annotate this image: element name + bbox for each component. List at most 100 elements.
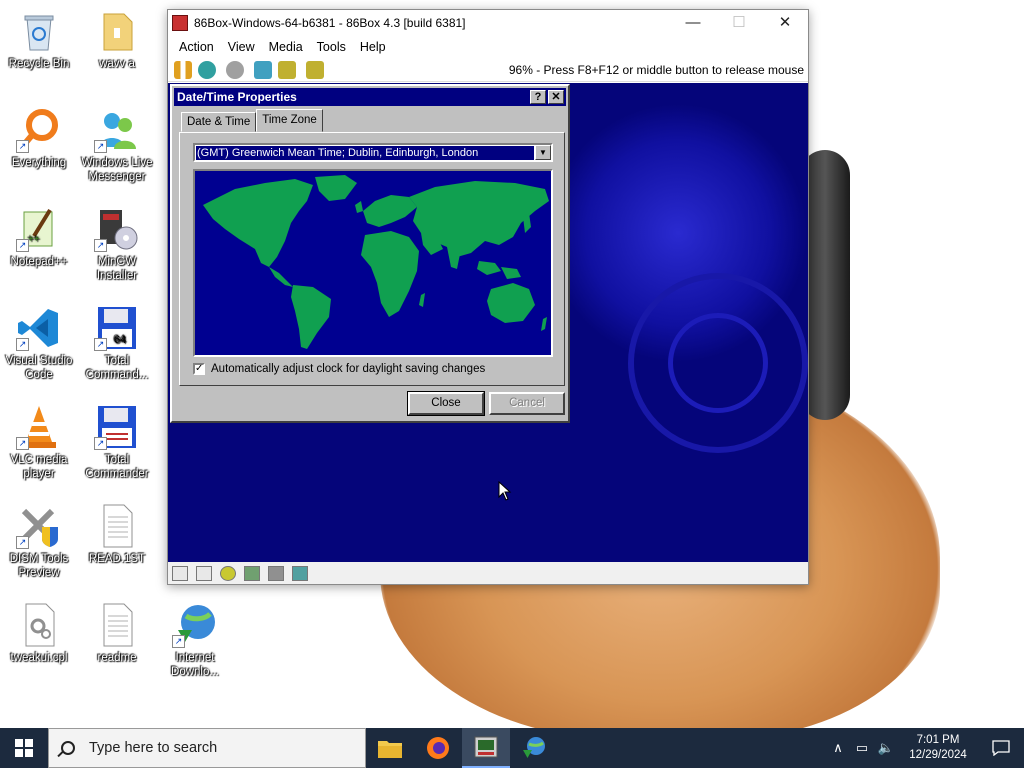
desktop-icon-label: Internet Downlo... <box>171 652 219 678</box>
notepad-plus-plus-icon: ++ ↗ <box>16 206 62 252</box>
cdrom-icon[interactable] <box>220 565 236 581</box>
dialog-titlebar[interactable]: Date/Time Properties ? ✕ <box>174 88 566 106</box>
desktop-icon-internet-download-manager[interactable]: ↗ Internet Downlo... <box>156 602 234 679</box>
close-dialog-button[interactable]: Close <box>407 391 485 416</box>
help-button[interactable]: ? <box>530 90 546 104</box>
pause-icon[interactable] <box>174 60 192 79</box>
window-title: 86Box-Windows-64-b6381 - 86Box 4.3 [buil… <box>194 16 466 30</box>
sound-icon[interactable] <box>292 565 308 581</box>
hdd-icon[interactable] <box>268 565 284 581</box>
file-explorer-icon <box>378 741 402 758</box>
desktop-icon-messenger[interactable]: ↗ Windows Live Messenger <box>78 107 156 184</box>
taskbar-search-box[interactable]: Type here to search <box>48 728 366 768</box>
dialog-close-button[interactable]: ✕ <box>548 90 564 104</box>
internet-download-manager-icon <box>523 737 545 758</box>
86box-window: 86Box-Windows-64-b6381 - 86Box 4.3 [buil… <box>167 9 809 585</box>
dialog-tabs: Date & Time Time Zone <box>181 109 323 132</box>
desktop-icon-folder[interactable]: wavv a <box>78 8 156 71</box>
menu-help[interactable]: Help <box>353 40 393 54</box>
floppy-64-icon: 64 ↗ <box>94 305 140 351</box>
desktop-icon-label: Recycle Bin <box>8 58 70 70</box>
desktop-icon-mingw[interactable]: ↗ MinGW Installer <box>78 206 156 283</box>
floppy-drive-icon[interactable] <box>172 565 188 581</box>
mouse-cursor-icon <box>498 481 512 501</box>
vscode-icon: ↗ <box>16 305 62 351</box>
desktop-icon-label: Windows Live Messenger <box>81 157 153 183</box>
reset-icon[interactable] <box>198 60 216 79</box>
desktop-icon-label: MinGW Installer <box>96 256 138 282</box>
desktop-icon-vscode[interactable]: ↗ Visual Studio Code <box>0 305 78 382</box>
file-explorer-button[interactable] <box>366 728 414 768</box>
floppy-icon: ↗ <box>94 404 140 450</box>
chevron-up-icon[interactable]: ∧ <box>826 740 850 756</box>
notification-icon <box>992 740 1010 756</box>
folder-icon <box>94 8 140 54</box>
clock[interactable]: 7:01 PM 12/29/2024 <box>898 733 978 763</box>
menu-tools[interactable]: Tools <box>310 40 353 54</box>
desktop-icon-label: Visual Studio Code <box>5 355 73 381</box>
ctrl-alt-esc-icon[interactable] <box>278 60 296 79</box>
svg-text:64: 64 <box>114 334 126 346</box>
maximize-button[interactable]: ☐ <box>716 10 762 36</box>
desktop-icon-notepad-plus-plus[interactable]: ++ ↗ Notepad++ <box>0 206 78 269</box>
floppy-drive-icon[interactable] <box>196 565 212 581</box>
settings-icon[interactable] <box>306 60 324 79</box>
volume-muted-icon[interactable]: 🔈 <box>874 740 898 756</box>
86box-icon <box>474 736 498 758</box>
notification-center-button[interactable] <box>978 728 1024 768</box>
desktop-icon-label: VLC media player <box>10 454 68 480</box>
network-icon[interactable]: ▭ <box>850 740 874 756</box>
desktop-icon-readme[interactable]: readme <box>78 602 156 665</box>
tab-date-time[interactable]: Date & Time <box>181 112 257 132</box>
clock-date: 12/29/2024 <box>909 749 967 761</box>
86box-taskbar-button[interactable] <box>462 728 510 768</box>
firefox-icon <box>427 737 449 759</box>
dst-checkbox-row[interactable]: ✓ Automatically adjust clock for dayligh… <box>193 363 485 375</box>
desktop-icon-total-commander[interactable]: ↗ Total Commander <box>78 404 156 481</box>
chevron-down-icon[interactable]: ▼ <box>535 145 551 160</box>
world-map[interactable] <box>193 169 553 357</box>
dst-checkbox-label: Automatically adjust clock for daylight … <box>211 363 486 375</box>
close-button[interactable]: ✕ <box>762 10 808 36</box>
desktop-icon-label: wavv a <box>99 58 135 70</box>
desktop-icon-label: Total Command... <box>85 355 149 381</box>
desktop-icon-vlc[interactable]: ↗ VLC media player <box>0 404 78 481</box>
desktop-icon-everything[interactable]: ↗ Everything <box>0 107 78 170</box>
window-titlebar[interactable]: 86Box-Windows-64-b6381 - 86Box 4.3 [buil… <box>168 10 808 36</box>
windows-logo-icon <box>15 739 33 757</box>
emulator-screen[interactable]: Date/Time Properties ? ✕ Date & Time Tim… <box>168 83 808 563</box>
firefox-button[interactable] <box>414 728 462 768</box>
cancel-button[interactable]: Cancel <box>489 392 565 415</box>
start-button[interactable] <box>0 728 48 768</box>
mingw-installer-icon: ↗ <box>94 206 140 252</box>
desktop-icon-dism-tools[interactable]: ↗ DISM Tools Preview <box>0 503 78 580</box>
minimize-button[interactable]: — <box>670 10 716 36</box>
messenger-icon: ↗ <box>94 107 140 153</box>
menu-action[interactable]: Action <box>172 40 221 54</box>
timezone-selected-value: (GMT) Greenwich Mean Time; Dublin, Edinb… <box>196 146 534 160</box>
internet-download-manager-icon: ↗ <box>172 602 218 648</box>
system-tray: ∧ ▭ 🔈 7:01 PM 12/29/2024 <box>826 728 1024 768</box>
desktop-icon-recycle-bin[interactable]: Recycle Bin <box>0 8 78 71</box>
power-icon[interactable] <box>226 60 244 79</box>
desktop-icon-read-1st[interactable]: READ.1ST <box>78 503 156 566</box>
internet-download-manager-button[interactable] <box>510 728 558 768</box>
tab-time-zone[interactable]: Time Zone <box>256 109 323 132</box>
timezone-select[interactable]: (GMT) Greenwich Mean Time; Dublin, Edinb… <box>193 143 553 162</box>
text-file-icon <box>94 503 140 549</box>
desktop-icon-label: READ.1ST <box>88 553 146 565</box>
network-icon[interactable] <box>244 565 260 581</box>
ctrl-alt-del-icon[interactable] <box>254 60 272 79</box>
dst-checkbox[interactable]: ✓ <box>193 363 205 375</box>
cpl-file-icon <box>16 602 62 648</box>
desktop-icon-total-commander-64[interactable]: 64 ↗ Total Command... <box>78 305 156 382</box>
desktop-icon-label: Everything <box>11 157 67 169</box>
status-bar <box>168 562 808 584</box>
mouse-release-hint: 96% - Press F8+F12 or middle button to r… <box>508 62 804 77</box>
menu-view[interactable]: View <box>221 40 262 54</box>
search-icon <box>61 741 75 755</box>
dism-tools-icon: ↗ <box>16 503 62 549</box>
desktop-icon-label: tweakui.cpl <box>10 652 68 664</box>
desktop-icon-tweakui[interactable]: tweakui.cpl <box>0 602 78 665</box>
menu-media[interactable]: Media <box>262 40 310 54</box>
